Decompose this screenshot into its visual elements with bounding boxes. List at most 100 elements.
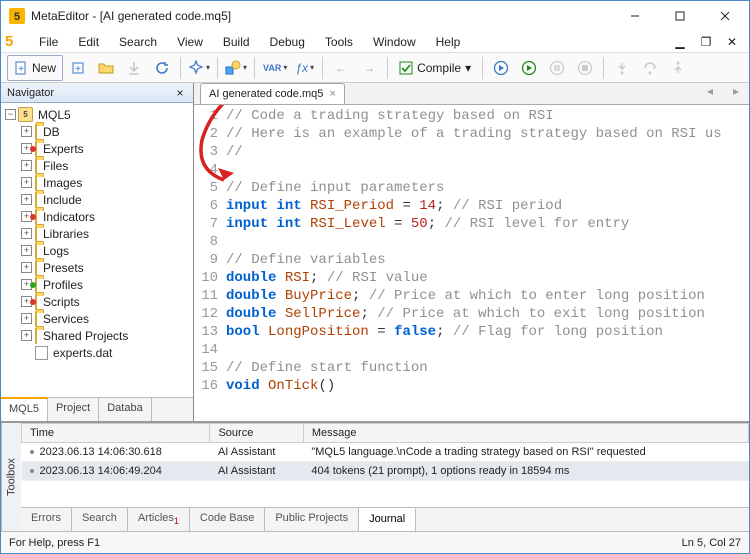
maximize-button[interactable] — [657, 1, 702, 31]
tree-folder-scripts[interactable]: +Scripts — [3, 293, 191, 310]
menu-help[interactable]: Help — [426, 33, 471, 51]
debug-start-button[interactable] — [488, 55, 514, 81]
badge-dot-icon — [30, 282, 36, 288]
tree-root[interactable]: − 5 MQL5 — [3, 106, 191, 123]
code-editor[interactable]: 12345678910111213141516 // Code a tradin… — [194, 105, 749, 421]
step-into-button[interactable] — [609, 55, 635, 81]
tree-folder-services[interactable]: +Services — [3, 310, 191, 327]
minimize-button[interactable] — [612, 1, 657, 31]
tree-folder-presets[interactable]: + Presets — [3, 259, 191, 276]
pause-button[interactable] — [544, 55, 570, 81]
menu-tools[interactable]: Tools — [315, 33, 363, 51]
expand-icon[interactable]: + — [21, 245, 32, 256]
tree-folder-include[interactable]: +Include — [3, 191, 191, 208]
tree-label: DB — [43, 125, 60, 139]
toolbox-tab-public-projects[interactable]: Public Projects — [265, 508, 359, 531]
menu-debug[interactable]: Debug — [260, 33, 315, 51]
expand-icon[interactable]: + — [21, 177, 32, 188]
tree-label: Presets — [43, 261, 84, 275]
menu-edit[interactable]: Edit — [68, 33, 109, 51]
expand-icon[interactable]: + — [21, 262, 32, 273]
navigator-tree[interactable]: − 5 MQL5 + DB+Experts+Files+Images+Includ… — [1, 103, 193, 397]
bullet-icon — [30, 469, 34, 473]
expand-icon[interactable]: + — [21, 160, 32, 171]
tree-folder-libraries[interactable]: +Libraries — [3, 225, 191, 242]
expand-icon[interactable]: + — [21, 313, 32, 324]
collapse-icon[interactable]: − — [5, 109, 16, 120]
toolbox-tab-search[interactable]: Search — [72, 508, 128, 531]
tab-nav-right-button[interactable]: ▸ — [723, 78, 749, 104]
toolbox-side-label[interactable]: Toolbox — [1, 423, 21, 531]
tree-folder-logs[interactable]: +Logs — [3, 242, 191, 259]
objects-button[interactable]: ▾ — [223, 55, 249, 81]
refresh-button[interactable] — [149, 55, 175, 81]
tree-folder-experts[interactable]: +Experts — [3, 140, 191, 157]
open-button[interactable] — [93, 55, 119, 81]
expand-icon[interactable]: + — [21, 194, 32, 205]
toolbox-tab-errors[interactable]: Errors — [21, 508, 72, 531]
stop-button[interactable] — [572, 55, 598, 81]
close-button[interactable] — [702, 1, 747, 31]
tab-nav-left-button[interactable]: ◂ — [697, 78, 723, 104]
toolbox-tab-journal[interactable]: Journal — [359, 508, 416, 531]
editor-tab-label: AI generated code.mq5 — [209, 88, 323, 100]
var-button[interactable]: VAR▾ — [260, 55, 290, 81]
new-from-template-button[interactable]: + — [65, 55, 91, 81]
ai-sparkle-button[interactable]: ▾ — [186, 55, 212, 81]
sparkle-icon — [188, 60, 204, 76]
nav-forward-button[interactable]: → — [356, 55, 382, 81]
badge-dot-icon — [30, 299, 36, 305]
toolbox-tab-code-base[interactable]: Code Base — [190, 508, 265, 531]
editor-tab[interactable]: AI generated code.mq5 × — [200, 83, 345, 104]
nav-tab-project[interactable]: Project — [48, 398, 99, 421]
nav-tab-mql5[interactable]: MQL5 — [1, 397, 48, 421]
shapes-icon — [225, 60, 241, 76]
col-source[interactable]: Source — [210, 424, 303, 443]
col-time[interactable]: Time — [22, 424, 210, 443]
menu-build[interactable]: Build — [213, 33, 260, 51]
journal-row[interactable]: 2023.06.13 14:06:30.618AI Assistant"MQL5… — [22, 443, 749, 462]
badge-dot-icon — [30, 214, 36, 220]
tab-close-button[interactable]: × — [329, 88, 335, 100]
nav-tab-databa[interactable]: Databa — [99, 398, 151, 421]
tree-folder-profiles[interactable]: +Profiles — [3, 276, 191, 293]
expand-icon[interactable]: + — [21, 330, 32, 341]
folder-icon — [35, 192, 37, 208]
menu-view[interactable]: View — [167, 33, 213, 51]
journal-grid[interactable]: TimeSourceMessage 2023.06.13 14:06:30.61… — [21, 423, 749, 507]
tree-folder-shared-projects[interactable]: +Shared Projects — [3, 327, 191, 344]
col-message[interactable]: Message — [303, 424, 748, 443]
toolbar: + New + ▾ ▾ VAR▾ ƒx▾ ← → Compile ▾ — [1, 53, 749, 83]
compile-button[interactable]: Compile ▾ — [393, 55, 477, 81]
mdi-minimize-icon[interactable]: ▁ — [667, 29, 693, 55]
mdi-close-icon[interactable]: ✕ — [719, 29, 745, 55]
step-out-button[interactable] — [665, 55, 691, 81]
step-over-button[interactable] — [637, 55, 663, 81]
toolbox-tab-articles[interactable]: Articles1 — [128, 508, 190, 531]
tree-file-label: experts.dat — [53, 346, 112, 360]
fx-label: ƒx — [295, 61, 308, 75]
save-button[interactable] — [121, 55, 147, 81]
menu-file[interactable]: File — [29, 33, 68, 51]
tree-label: Scripts — [43, 295, 80, 309]
svg-text:5: 5 — [14, 11, 20, 23]
journal-row[interactable]: 2023.06.13 14:06:49.204AI Assistant404 t… — [22, 462, 749, 481]
nav-back-button[interactable]: ← — [328, 55, 354, 81]
tree-folder-db[interactable]: + DB — [3, 123, 191, 140]
tree-folder-images[interactable]: +Images — [3, 174, 191, 191]
tree-file[interactable]: experts.dat — [3, 344, 191, 361]
folder-icon — [35, 124, 37, 140]
file-icon — [35, 346, 48, 360]
navigator-close-button[interactable]: × — [173, 86, 187, 100]
mdi-restore-icon[interactable]: ❐ — [693, 29, 719, 55]
expand-icon[interactable]: + — [21, 228, 32, 239]
new-button[interactable]: + New — [7, 55, 63, 81]
function-button[interactable]: ƒx▾ — [292, 55, 317, 81]
tree-folder-indicators[interactable]: +Indicators — [3, 208, 191, 225]
menu-window[interactable]: Window — [363, 33, 426, 51]
tree-folder-files[interactable]: +Files — [3, 157, 191, 174]
expand-icon[interactable]: + — [21, 126, 32, 137]
navigator-panel: Navigator × − 5 MQL5 +DB+Experts+Files+I… — [1, 83, 194, 421]
run-button[interactable] — [516, 55, 542, 81]
menu-search[interactable]: Search — [109, 33, 167, 51]
